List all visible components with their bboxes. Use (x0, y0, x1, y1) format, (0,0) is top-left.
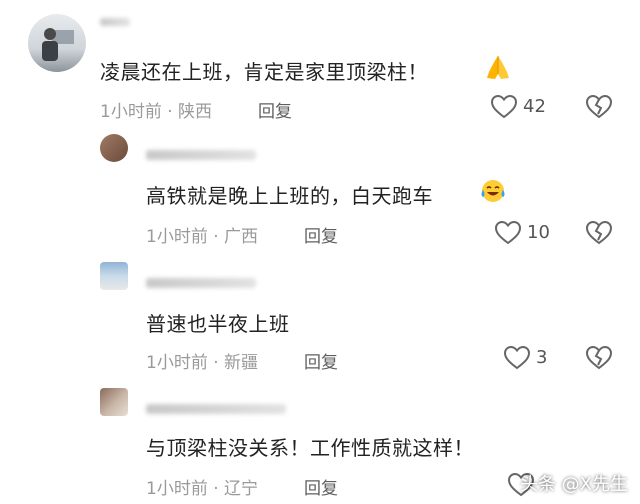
like-count: 10 (527, 222, 550, 243)
username-blurred (146, 404, 286, 414)
avatar[interactable] (100, 134, 128, 162)
comment-time: 1小时前 (100, 102, 162, 122)
like-heart-icon[interactable] (503, 345, 531, 375)
reply-button[interactable]: 回复 (304, 222, 338, 247)
comment-meta: 1小时前 · 辽宁 (146, 474, 258, 499)
like-heart-icon[interactable] (490, 94, 518, 124)
reply-button[interactable]: 回复 (304, 474, 338, 499)
meta-separator: · (161, 102, 179, 122)
watermark: 头条 @X先生 (519, 474, 628, 495)
dislike-broken-heart-icon[interactable] (585, 94, 613, 124)
like-count: 3 (536, 347, 548, 368)
like-count: 42 (523, 96, 546, 117)
comment-time: 1小时前 (146, 227, 208, 247)
avatar[interactable] (100, 388, 128, 416)
reply-button[interactable]: 回复 (304, 348, 338, 373)
meta-separator: · (207, 353, 225, 373)
comment-meta: 1小时前 · 广西 (146, 222, 258, 247)
comment-meta: 1小时前 · 新疆 (146, 348, 258, 373)
comment-meta: 1小时前 · 陕西 (100, 97, 212, 122)
dislike-broken-heart-icon[interactable] (585, 345, 613, 375)
username-blurred (146, 150, 256, 160)
comment-location: 陕西 (178, 102, 213, 122)
meta-separator: · (207, 227, 225, 247)
avatar[interactable] (100, 262, 128, 290)
username-blurred (146, 278, 256, 288)
comment-location: 新疆 (224, 353, 259, 373)
meta-separator: · (207, 479, 225, 499)
comment-location: 广西 (224, 227, 259, 247)
comment-location: 辽宁 (224, 479, 259, 499)
folded-hands-icon (483, 52, 513, 86)
tears-of-joy-icon (480, 178, 506, 208)
like-heart-icon[interactable] (494, 220, 522, 250)
comment-time: 1小时前 (146, 479, 208, 499)
comment-text: 凌晨还在上班，肯定是家里顶梁柱！ (100, 60, 428, 84)
comment-text: 普速也半夜上班 (146, 312, 290, 336)
reply-button[interactable]: 回复 (258, 97, 292, 122)
comment-text: 高铁就是晚上上班的，白天跑车 (146, 184, 433, 208)
username-blurred (100, 18, 130, 26)
avatar[interactable] (28, 14, 86, 72)
dislike-broken-heart-icon[interactable] (585, 220, 613, 250)
comment-text: 与顶梁柱没关系！工作性质就这样！ (146, 436, 474, 460)
comment-time: 1小时前 (146, 353, 208, 373)
